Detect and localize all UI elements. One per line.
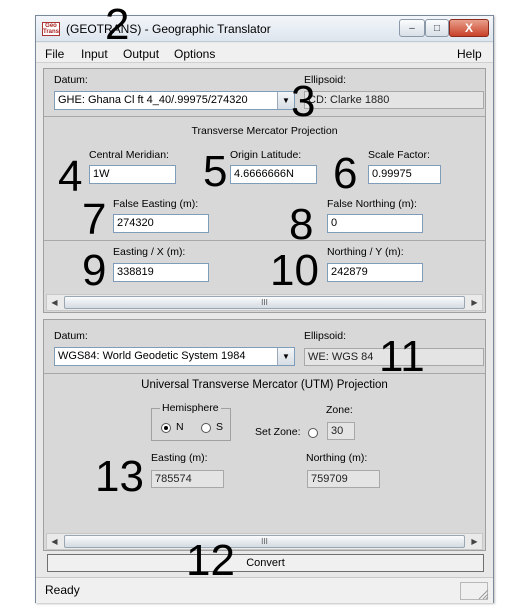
annotation-3: 3 [291,77,316,126]
menu-help[interactable]: Help [457,47,482,61]
scroll-right-icon[interactable]: ▶ [467,295,482,310]
input-projection-title: Transverse Mercator Projection [191,125,338,137]
scroll-left-icon[interactable]: ◀ [47,295,62,310]
zone-field: 30 [327,422,355,440]
status-text: Ready [45,583,80,597]
divider [44,116,485,117]
minimize-button[interactable]: – [399,19,425,37]
annotation-9: 9 [82,246,107,295]
chevron-down-icon[interactable]: ▼ [277,348,294,365]
annotation-10: 10 [270,246,319,295]
annotation-5: 5 [203,147,228,196]
scroll-left-icon[interactable]: ◀ [47,534,62,549]
output-datum-value: WGS84: World Geodetic System 1984 [58,350,246,362]
central-meridian-label: Central Meridian: [89,149,169,161]
app-window: Geo Trans (GEOTRANS) - Geographic Transl… [35,15,494,603]
annotation-6: 6 [333,149,358,198]
window-title: (GEOTRANS) - Geographic Translator [66,22,271,36]
output-easting-field: 785574 [151,470,224,488]
output-easting-label: Easting (m): [151,452,208,464]
annotation-11: 11 [379,332,425,381]
hemisphere-s-label: S [216,421,224,433]
annotation-2: 2 [105,0,130,49]
output-ellipsoid-label: Ellipsoid: [304,330,347,342]
annotation-7: 7 [82,195,107,244]
origin-latitude-label: Origin Latitude: [230,149,302,161]
false-northing-input[interactable]: 0 [327,214,423,233]
output-datum-select[interactable]: WGS84: World Geodetic System 1984 ▼ [54,347,295,366]
maximize-button[interactable]: □ [425,19,449,37]
input-northing-input[interactable]: 242879 [327,263,423,282]
menu-file[interactable]: File [45,47,64,61]
hemisphere-label: Hemisphere [160,402,221,414]
input-easting-label: Easting / X (m): [113,246,186,258]
output-datum-label: Datum: [54,330,88,342]
scale-factor-input[interactable]: 0.99975 [368,165,441,184]
app-icon: Geo Trans [42,22,60,36]
status-bar: Ready [36,577,493,603]
hemisphere-n-radio[interactable] [161,423,171,433]
input-northing-label: Northing / Y (m): [327,246,404,258]
convert-button[interactable]: Convert [47,554,484,572]
close-button[interactable]: X [449,19,489,37]
menu-input[interactable]: Input [81,47,108,61]
annotation-13: 13 [95,452,144,501]
input-horizontal-scrollbar[interactable]: ◀ III ▶ [46,294,483,311]
hemisphere-s-radio[interactable] [201,423,211,433]
input-datum-label: Datum: [54,74,88,86]
false-easting-label: False Easting (m): [113,198,199,210]
output-northing-field: 759709 [307,470,380,488]
input-easting-input[interactable]: 338819 [113,263,209,282]
input-panel: Datum: GHE: Ghana Cl ft 4_40/.99975/2743… [43,68,486,313]
scroll-right-icon[interactable]: ▶ [467,534,482,549]
input-datum-value: GHE: Ghana Cl ft 4_40/.99975/274320 [58,94,248,106]
false-northing-label: False Northing (m): [327,198,417,210]
origin-latitude-input[interactable]: 4.6666666N [230,165,317,184]
menu-options[interactable]: Options [174,47,215,61]
resize-grip-icon[interactable] [477,588,489,600]
scale-factor-label: Scale Factor: [368,149,430,161]
central-meridian-input[interactable]: 1W [89,165,176,184]
false-easting-input[interactable]: 274320 [113,214,209,233]
convert-label: Convert [246,557,285,569]
menu-output[interactable]: Output [123,47,159,61]
scroll-thumb[interactable]: III [64,296,465,309]
annotation-12: 12 [186,536,235,585]
annotation-8: 8 [289,200,314,249]
set-zone-radio[interactable] [308,428,318,438]
scroll-thumb[interactable]: III [64,535,465,548]
annotation-4: 4 [58,152,83,201]
hemisphere-n-label: N [176,421,184,433]
input-datum-select[interactable]: GHE: Ghana Cl ft 4_40/.99975/274320 ▼ [54,91,295,110]
zone-label: Zone: [326,404,353,416]
output-horizontal-scrollbar[interactable]: ◀ III ▶ [46,533,483,550]
input-ellipsoid-field: CD: Clarke 1880 [304,91,484,109]
set-zone-label: Set Zone: [255,426,301,438]
divider [44,240,485,241]
output-northing-label: Northing (m): [306,452,368,464]
